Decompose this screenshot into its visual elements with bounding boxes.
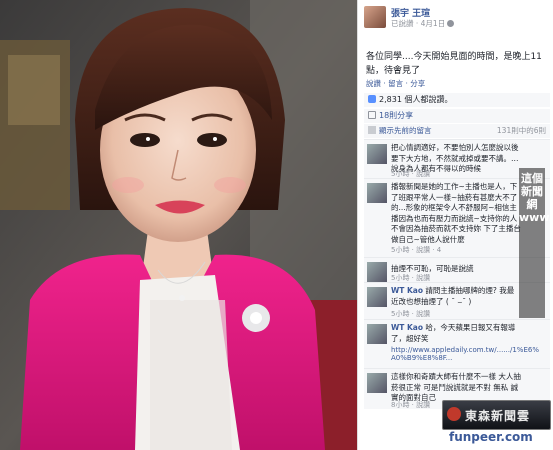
logo-icon: [447, 407, 461, 421]
commenter-avatar[interactable]: [367, 287, 387, 307]
post-text: 各位同學....今天開始見面的時間，是晚上11點，待會見了: [366, 52, 542, 76]
vertical-watermark: 這個新聞網www.ideal01.com: [519, 168, 553, 318]
commenter-avatar[interactable]: [367, 324, 387, 344]
commenter-avatar[interactable]: [367, 262, 387, 282]
selfie-illustration: [0, 0, 357, 450]
site-watermark: funpeer.com: [449, 430, 533, 444]
post-header: 張宇 王瑄 已說讚 · 4月1日: [358, 0, 553, 36]
comment-count: 131則中的6則: [496, 126, 546, 135]
comment-link[interactable]: http://www.appledaily.com.tw/....../1%E6…: [391, 346, 541, 362]
screenshot-root: 張宇 王瑄 已說讚 · 4月1日 各位同學....今天開始見面的時間，是晚上11…: [0, 0, 553, 450]
globe-icon: [447, 20, 455, 27]
comment-text: 這樣你和奇蹟大師有什麼不一樣 大人抽菸很正常 可是鬥說謊就是不對 無私 誠實的面…: [391, 372, 521, 402]
comment-item: WT Kao 哈，今天蘋果日報又有報導了，超好笑 http://www.appl…: [364, 319, 550, 368]
commenter-avatar[interactable]: [367, 183, 387, 203]
view-previous-comments[interactable]: 顯示先前的留言 131則中的6則: [364, 124, 550, 138]
likes-count[interactable]: 2,831 個人都說讚。: [379, 95, 452, 104]
likes-row[interactable]: 2,831 個人都說讚。: [364, 93, 550, 107]
commenter-avatar[interactable]: [367, 144, 387, 164]
comment-text: WT Kao 哈，今天蘋果日報又有報導了，超好笑: [391, 323, 521, 344]
commenter-avatar[interactable]: [367, 373, 387, 393]
thumbs-up-icon: [368, 95, 376, 103]
news-logo: 東森新聞雲: [442, 400, 551, 430]
share-icon: [368, 111, 376, 119]
comment-meta[interactable]: 5小時 · 說讚: [391, 309, 430, 319]
commenter-name[interactable]: WT Kao: [391, 323, 423, 332]
comment-meta[interactable]: 8小時 · 說讚: [391, 400, 430, 410]
post-actions[interactable]: 說讚 · 留言 · 分享: [366, 78, 425, 89]
comment-bubble-icon: [368, 126, 376, 134]
selfie-photo: [0, 0, 357, 450]
comment-text: WT Kao 請問主播抽哪牌的煙? 我最近改也想抽煙了 ( ¯ ⌣¯ ): [391, 286, 521, 307]
post-time-text[interactable]: 已說讚 · 4月1日: [391, 19, 445, 28]
comment-text: 播報新聞是她的工作~主播也是人，下了班跟平常人一樣~抽菸有甚麼大不了的...形象…: [391, 182, 521, 244]
post-timestamp[interactable]: 已說讚 · 4月1日: [391, 18, 455, 29]
comment-meta[interactable]: 5小時 · 說讚 · 4: [391, 245, 441, 255]
shares-row[interactable]: 18則分享: [364, 109, 550, 123]
shares-count[interactable]: 18則分享: [379, 111, 413, 120]
author-avatar[interactable]: [364, 6, 386, 28]
logo-text: 東森新聞雲: [465, 409, 531, 423]
previous-comments-link[interactable]: 顯示先前的留言: [379, 126, 432, 135]
commenter-name[interactable]: WT Kao: [391, 286, 423, 295]
